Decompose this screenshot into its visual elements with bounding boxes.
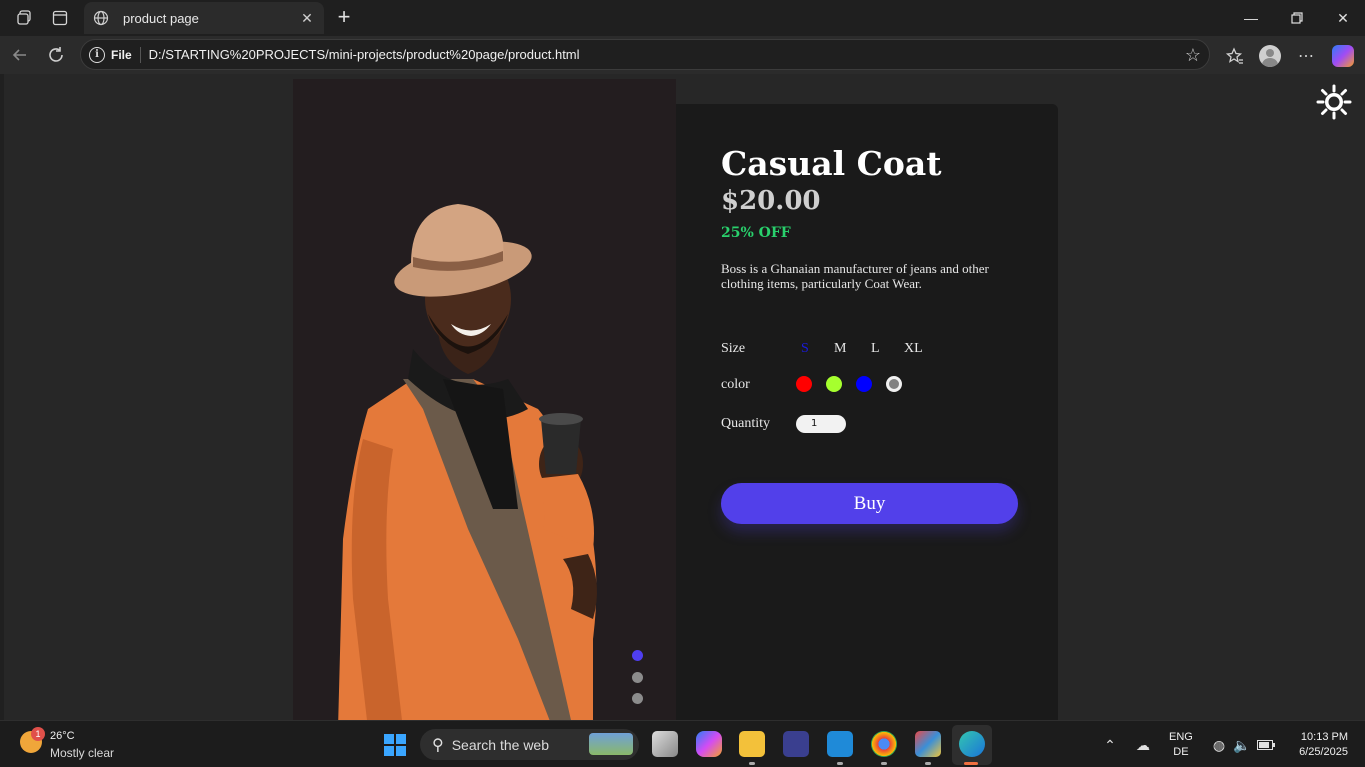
color-swatch-green[interactable] xyxy=(826,376,842,392)
windows-start-icon[interactable] xyxy=(384,734,406,756)
carousel-dot-2[interactable] xyxy=(632,672,643,683)
workspaces-icon[interactable] xyxy=(15,8,35,28)
color-swatch-gray-selected[interactable] xyxy=(886,376,902,392)
weather-badge: 1 xyxy=(31,727,45,741)
chrome-icon[interactable] xyxy=(871,731,897,757)
edge-icon[interactable] xyxy=(959,731,985,757)
navigation-bar: i File D:/STARTING%20PROJECTS/mini-proje… xyxy=(0,36,1365,74)
carousel-dot-3[interactable] xyxy=(632,693,643,704)
windows-taskbar: 1 26°C Mostly clear ⚲ Search the web ⌃ ☁… xyxy=(0,720,1365,767)
new-tab-icon[interactable]: + xyxy=(333,4,355,29)
show-hidden-icons-chevron-icon[interactable]: ⌃ xyxy=(1100,735,1120,755)
quantity-input[interactable]: 1 xyxy=(796,415,846,433)
browser-title-bar: product page ✕ + — ✕ xyxy=(0,0,1365,36)
vscode-running-indicator xyxy=(837,762,843,765)
search-highlight-image xyxy=(589,733,633,755)
product-photo-man-in-orange-coat xyxy=(338,204,597,720)
carousel-dot-1[interactable] xyxy=(632,650,643,661)
restore-icon[interactable] xyxy=(1287,8,1307,28)
taskbar-search[interactable]: ⚲ Search the web xyxy=(420,729,639,760)
size-option-s[interactable]: S xyxy=(801,341,809,357)
file-scheme-label: File xyxy=(111,47,132,62)
color-label: color xyxy=(721,377,750,392)
volume-icon[interactable]: 🔈 xyxy=(1232,735,1252,755)
remote-desktop-icon[interactable] xyxy=(783,731,809,757)
sun-icon-theme-toggle[interactable] xyxy=(1316,84,1352,120)
close-window-icon[interactable]: ✕ xyxy=(1333,8,1353,28)
language-code: ENG xyxy=(1169,731,1193,743)
language-indicator[interactable]: ENG DE xyxy=(1169,730,1193,760)
file-explorer-running-indicator xyxy=(749,762,755,765)
product-price: $20.00 xyxy=(721,186,821,216)
quantity-label: Quantity xyxy=(721,416,770,431)
weather-condition[interactable]: Mostly clear xyxy=(50,746,114,760)
size-option-m[interactable]: M xyxy=(834,341,846,357)
favorites-icon[interactable] xyxy=(1223,44,1247,68)
clock-date: 6/25/2025 xyxy=(1299,746,1348,758)
clock-time: 10:13 PM xyxy=(1300,731,1348,743)
back-icon[interactable] xyxy=(9,44,31,66)
site-info-icon[interactable]: i xyxy=(89,46,105,63)
buy-button[interactable]: Buy xyxy=(721,483,1018,524)
vscode-icon[interactable] xyxy=(827,731,853,757)
discount-badge: 25% OFF xyxy=(721,225,791,241)
size-option-xl[interactable]: XL xyxy=(904,341,923,357)
product-image-panel xyxy=(293,79,676,720)
size-label: Size xyxy=(721,341,746,356)
copilot-app-icon[interactable] xyxy=(696,731,722,757)
globe-icon xyxy=(92,9,110,27)
page-viewport: Casual Coat $20.00 25% OFF Boss is a Gha… xyxy=(4,74,1365,720)
git-app-running-indicator xyxy=(925,762,931,765)
onedrive-offline-icon[interactable]: ☁ xyxy=(1133,735,1153,755)
search-icon: ⚲ xyxy=(432,736,444,754)
address-bar[interactable]: i File D:/STARTING%20PROJECTS/mini-proje… xyxy=(80,39,1210,70)
task-view-icon[interactable] xyxy=(652,731,678,757)
keyboard-layout: DE xyxy=(1173,746,1189,758)
product-info-panel: Casual Coat $20.00 25% OFF Boss is a Gha… xyxy=(676,104,1058,720)
more-options-icon[interactable]: ⋯ xyxy=(1294,44,1318,68)
weather-temp[interactable]: 26°C xyxy=(50,730,75,742)
file-explorer-icon[interactable] xyxy=(739,731,765,757)
profile-avatar-icon[interactable] xyxy=(1258,44,1282,68)
product-title: Casual Coat xyxy=(721,144,942,183)
product-description: Boss is a Ghanaian manufacturer of jeans… xyxy=(721,261,989,291)
minimize-icon[interactable]: — xyxy=(1241,8,1261,28)
close-tab-icon[interactable]: ✕ xyxy=(298,9,316,27)
search-placeholder: Search the web xyxy=(451,736,550,753)
url-text[interactable]: D:/STARTING%20PROJECTS/mini-projects/pro… xyxy=(149,47,580,62)
chrome-running-indicator xyxy=(881,762,887,765)
refresh-icon[interactable] xyxy=(45,44,67,66)
system-clock[interactable]: 10:13 PM 6/25/2025 xyxy=(1290,730,1348,760)
color-swatch-red[interactable] xyxy=(796,376,812,392)
color-swatch-blue[interactable] xyxy=(856,376,872,392)
git-app-icon[interactable] xyxy=(915,731,941,757)
tab-product-page[interactable]: product page ✕ xyxy=(84,2,324,34)
size-option-l[interactable]: L xyxy=(871,341,880,357)
battery-icon[interactable] xyxy=(1256,735,1276,755)
tab-actions-icon[interactable] xyxy=(50,8,70,28)
address-divider xyxy=(139,46,141,63)
copilot-icon[interactable] xyxy=(1331,44,1355,68)
tab-title: product page xyxy=(123,10,199,26)
favorite-star-icon[interactable]: ☆ xyxy=(1185,45,1201,66)
edge-active-indicator xyxy=(964,762,978,765)
network-globe-icon[interactable]: ◍ xyxy=(1209,735,1229,755)
